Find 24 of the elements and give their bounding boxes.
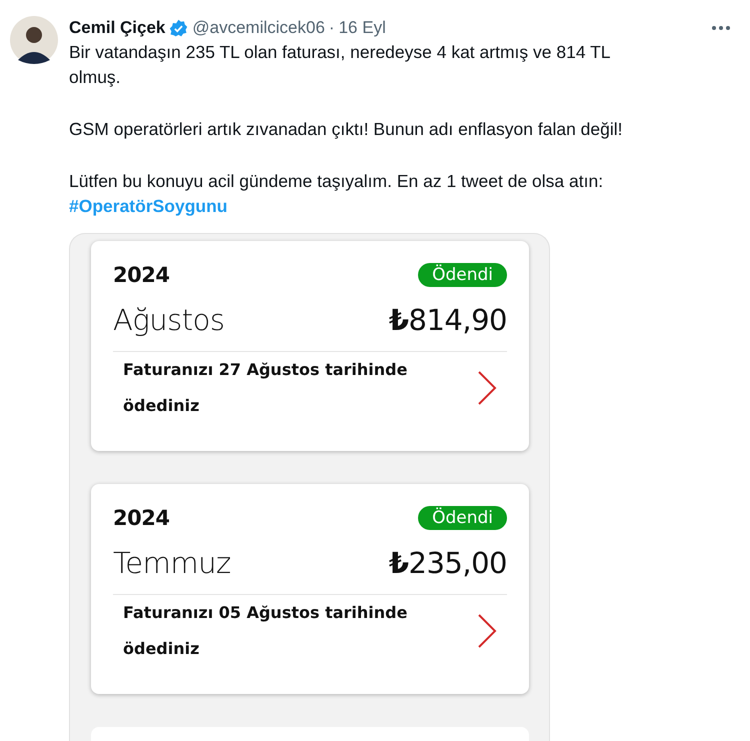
bill-month: Ağustos bbox=[113, 303, 224, 337]
payment-note: Faturanızı 27 Ağustos tarihinde ödediniz bbox=[123, 359, 408, 417]
bill-card[interactable]: 2024 Ödendi Temmuz ₺235,00 Faturanızı 05 Ağustos tarihinde ödediniz bbox=[91, 484, 529, 694]
author-handle[interactable]: @avcemilcicek06 bbox=[192, 18, 325, 38]
author-name[interactable]: Cemil Çiçek bbox=[69, 18, 166, 38]
bill-amount: ₺814,90 bbox=[388, 303, 507, 337]
separator-dot: · bbox=[328, 18, 335, 38]
post-date[interactable]: 16 Eyl bbox=[338, 18, 386, 38]
bill-month: Temmuz bbox=[113, 546, 231, 580]
avatar-icon[interactable] bbox=[10, 16, 58, 64]
tweet-paragraph: Lütfen bu konuyu acil gündeme taşıyalım. En az 1 tweet de olsa atın: bbox=[69, 170, 604, 193]
chevron-right-icon[interactable] bbox=[477, 370, 497, 406]
more-options-icon[interactable] bbox=[712, 26, 730, 30]
bill-card[interactable]: 2024 Ödendi Ağustos ₺814,90 Faturanızı 27 Ağustos tarihinde ödediniz bbox=[91, 241, 529, 451]
tweet-paragraph: Bir vatandaşın 235 TL olan faturası, neredeyse 4 kat artmış ve 814 TL olmuş. bbox=[69, 41, 611, 89]
attached-screenshot[interactable]: 2024 Ödendi Ağustos ₺814,90 Faturanızı 27 Ağustos tarihinde ödediniz 2024 Ödendi Temmuz ₺235,00 Faturanızı 05 Ağustos tarihinde ödediniz bbox=[69, 233, 550, 741]
bill-year: 2024 bbox=[113, 263, 170, 287]
status-badge: Ödendi bbox=[418, 506, 507, 530]
bill-amount: ₺235,00 bbox=[388, 546, 507, 580]
chevron-right-icon[interactable] bbox=[477, 613, 497, 649]
bill-year: 2024 bbox=[113, 506, 170, 530]
payment-note: Faturanızı 05 Ağustos tarihinde ödediniz bbox=[123, 602, 408, 660]
tweet-paragraph: GSM operatörleri artık zıvanadan çıktı! Bunun adı enflasyon falan değil! bbox=[69, 118, 624, 141]
status-badge: Ödendi bbox=[418, 263, 507, 287]
